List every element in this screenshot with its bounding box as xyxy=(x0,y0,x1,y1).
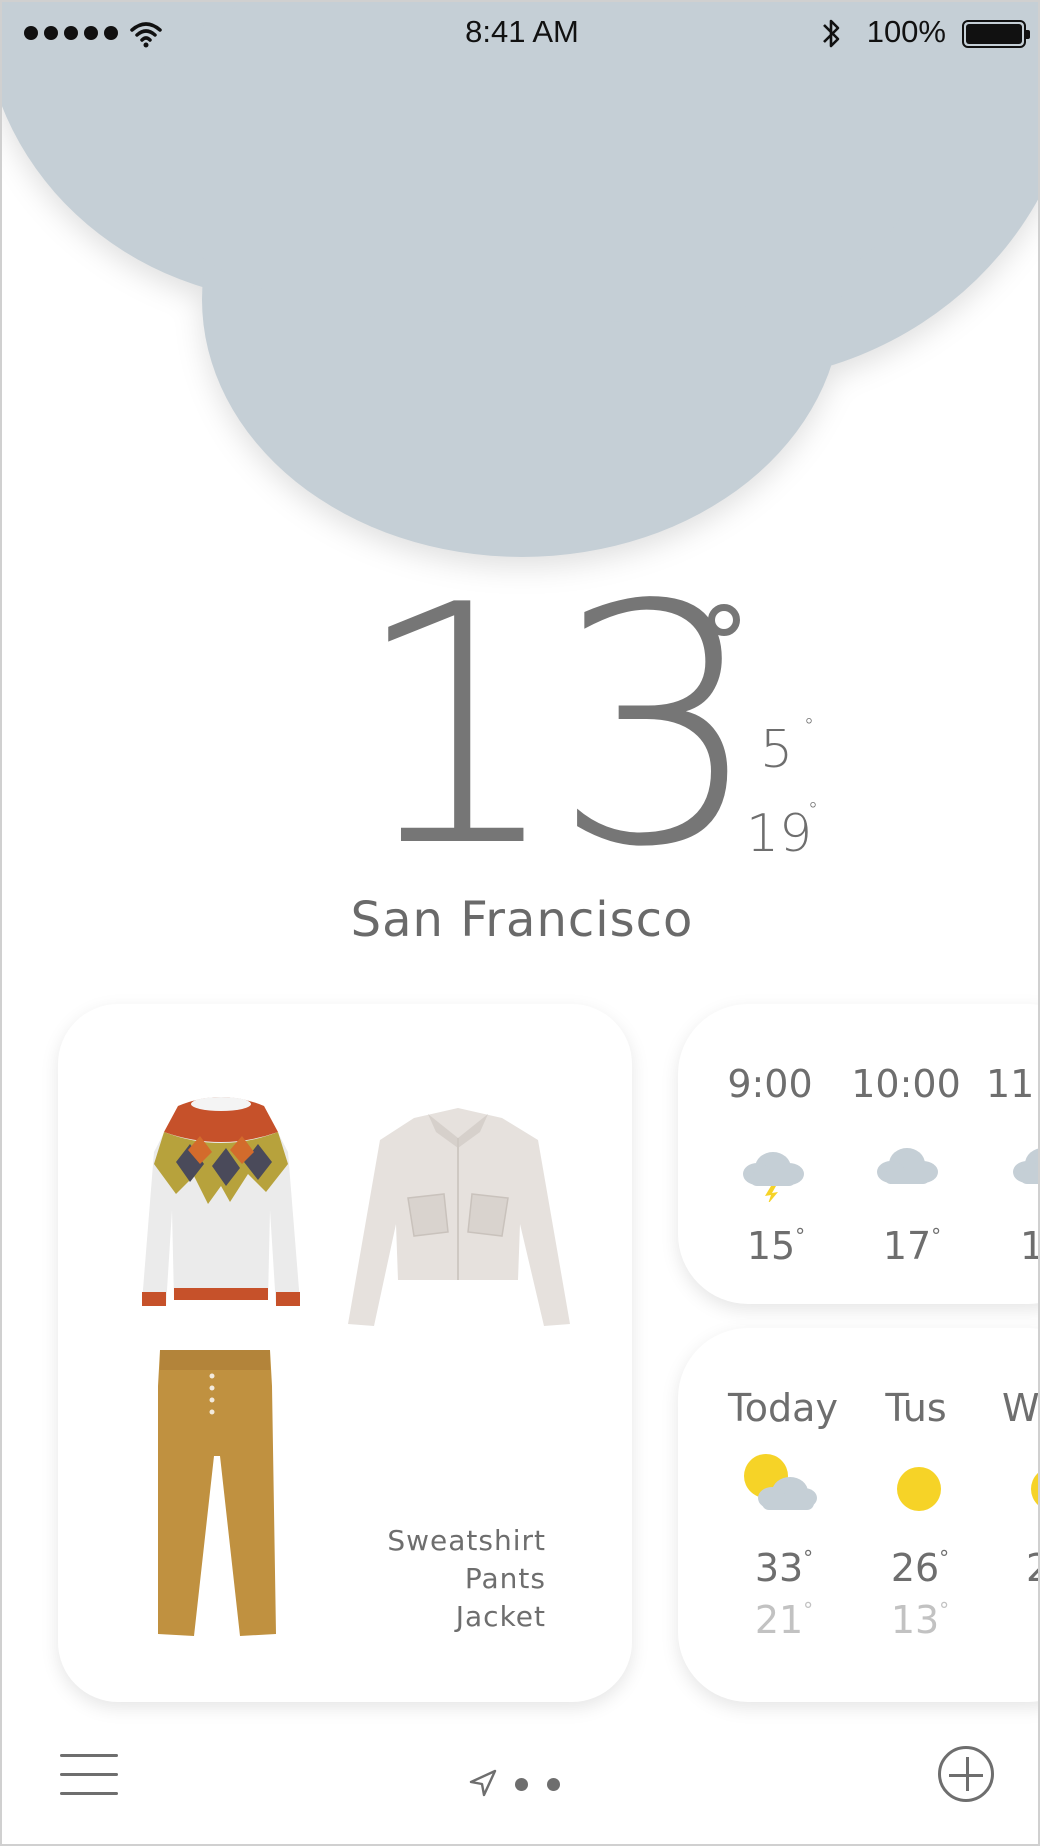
daily-low-temp: 21° xyxy=(754,1598,814,1642)
hourly-item: 9:00 xyxy=(720,1062,820,1106)
hourly-item: 10:00 xyxy=(850,1062,962,1106)
hour-label: 10:00 xyxy=(851,1062,961,1106)
outfit-item-label: Jacket xyxy=(455,1600,546,1633)
low-temperature: 5 ° xyxy=(760,714,814,780)
daily-item: W xyxy=(1002,1386,1040,1430)
day-label: Today xyxy=(728,1386,838,1430)
hourly-temp: 1 xyxy=(1020,1224,1038,1268)
day-label: Tus xyxy=(885,1386,947,1430)
hour-label: 9:00 xyxy=(727,1062,813,1106)
day-label: W xyxy=(1002,1386,1040,1430)
daily-high-temp: 26° xyxy=(890,1546,950,1590)
status-bar: 8:41 AM 100% xyxy=(2,2,1038,66)
daily-item: Tus xyxy=(878,1386,954,1430)
battery-icon xyxy=(962,20,1030,48)
daily-item: Today xyxy=(716,1386,850,1430)
high-temperature: 19 ° xyxy=(746,798,818,864)
location-arrow-icon[interactable] xyxy=(468,1768,498,1798)
daily-high-temp: 2 xyxy=(1026,1546,1038,1590)
sun-icon xyxy=(897,1467,941,1511)
menu-icon[interactable] xyxy=(60,1754,118,1796)
partly-cloudy-icon xyxy=(744,1454,817,1510)
page-dot[interactable] xyxy=(515,1778,528,1791)
hourly-temp: 15° xyxy=(746,1224,806,1268)
hour-label: 11:00 xyxy=(986,1062,1038,1106)
daily-high-temp: 33° xyxy=(754,1546,814,1590)
sun-icon xyxy=(1031,1472,1038,1506)
weather-outfit-screen: 8:41 AM 100% 13 5 ° 19 ° San Francisco S… xyxy=(0,0,1040,1846)
hero-cloud xyxy=(2,2,1038,602)
outfit-item-label: Pants xyxy=(464,1562,546,1595)
add-icon[interactable] xyxy=(938,1746,994,1802)
daily-forecast-card[interactable] xyxy=(678,1328,1038,1702)
daily-low-temp: 13° xyxy=(890,1598,950,1642)
battery-percentage: 100% xyxy=(866,14,946,49)
jacket-image xyxy=(348,1108,570,1326)
current-temperature: 13 xyxy=(352,535,762,919)
cloud-icon xyxy=(877,1148,938,1184)
bluetooth-icon xyxy=(823,19,840,48)
hourly-item: 11:00 xyxy=(986,1062,1038,1106)
degree-symbol xyxy=(708,604,740,636)
sweater-image xyxy=(142,1097,300,1306)
page-dot[interactable] xyxy=(547,1778,560,1791)
outfit-item-list: Sweatshirt Pants Jacket xyxy=(2,1522,546,1636)
city-name: San Francisco xyxy=(350,892,694,948)
hourly-temp: 17° xyxy=(882,1224,942,1268)
outfit-item-label: Sweatshirt xyxy=(387,1524,546,1557)
cloud-icon xyxy=(1013,1148,1038,1184)
thunder-cloud-icon xyxy=(743,1152,804,1202)
